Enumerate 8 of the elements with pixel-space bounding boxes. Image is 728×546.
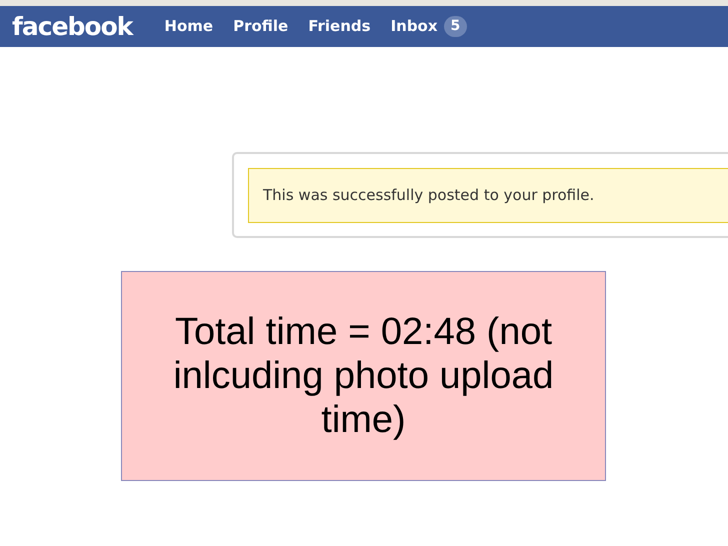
success-message: This was successfully posted to your profile. — [263, 185, 594, 206]
logo[interactable]: facebook — [12, 8, 132, 46]
nav-link[interactable]: Profile — [233, 15, 288, 38]
count-badge: 5 — [444, 16, 468, 37]
annotation-text: Total time = 02:48 (not inlcuding photo upload time) — [172, 310, 555, 442]
nav-link[interactable]: Inbox — [390, 15, 438, 38]
nav-link[interactable]: Friends — [308, 15, 371, 38]
nav-link[interactable]: Home — [164, 15, 214, 38]
